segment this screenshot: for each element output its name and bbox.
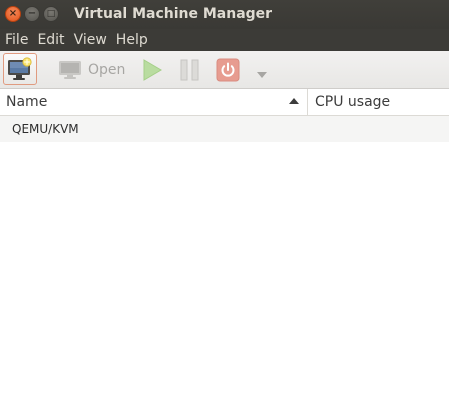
shutdown-button[interactable] [216,58,240,82]
close-icon: × [8,8,18,19]
connection-name: QEMU/KVM [12,122,79,136]
maximize-window-button[interactable]: □ [43,6,59,22]
minimize-icon: − [27,8,37,19]
pause-button[interactable] [179,59,201,81]
monitor-icon [59,61,81,79]
column-header-cpu-usage[interactable]: CPU usage [308,89,449,115]
sort-ascending-icon [289,98,299,104]
column-cpu-label: CPU usage [315,94,391,110]
shutdown-menu-button[interactable] [256,65,268,78]
close-window-button[interactable]: × [5,6,21,22]
toolbar: Open [0,51,449,89]
vmm-window: × − □ Virtual Machine Manager File Edit … [0,0,449,394]
minimize-window-button[interactable]: − [24,6,40,22]
maximize-icon: □ [46,8,56,19]
menu-bar: File Edit View Help [0,29,449,51]
menu-file[interactable]: File [0,32,32,48]
chevron-down-icon [257,72,267,78]
column-header-name[interactable]: Name [0,89,308,115]
table-row[interactable]: QEMU/KVM [0,116,449,142]
new-vm-button[interactable] [3,53,37,85]
window-title: Virtual Machine Manager [74,6,273,22]
menu-edit[interactable]: Edit [32,32,68,48]
pause-icon [180,59,199,81]
run-button[interactable] [141,59,163,81]
menu-help[interactable]: Help [111,32,152,48]
open-button[interactable]: Open [58,57,125,83]
menu-view[interactable]: View [69,32,111,48]
play-icon [143,59,162,81]
column-name-label: Name [6,94,48,110]
title-bar[interactable]: × − □ Virtual Machine Manager [0,0,449,29]
power-icon [216,58,240,82]
new-vm-icon [8,57,32,80]
table-header: Name CPU usage [0,89,449,116]
open-label: Open [88,62,126,78]
window-controls: × − □ [5,6,59,22]
